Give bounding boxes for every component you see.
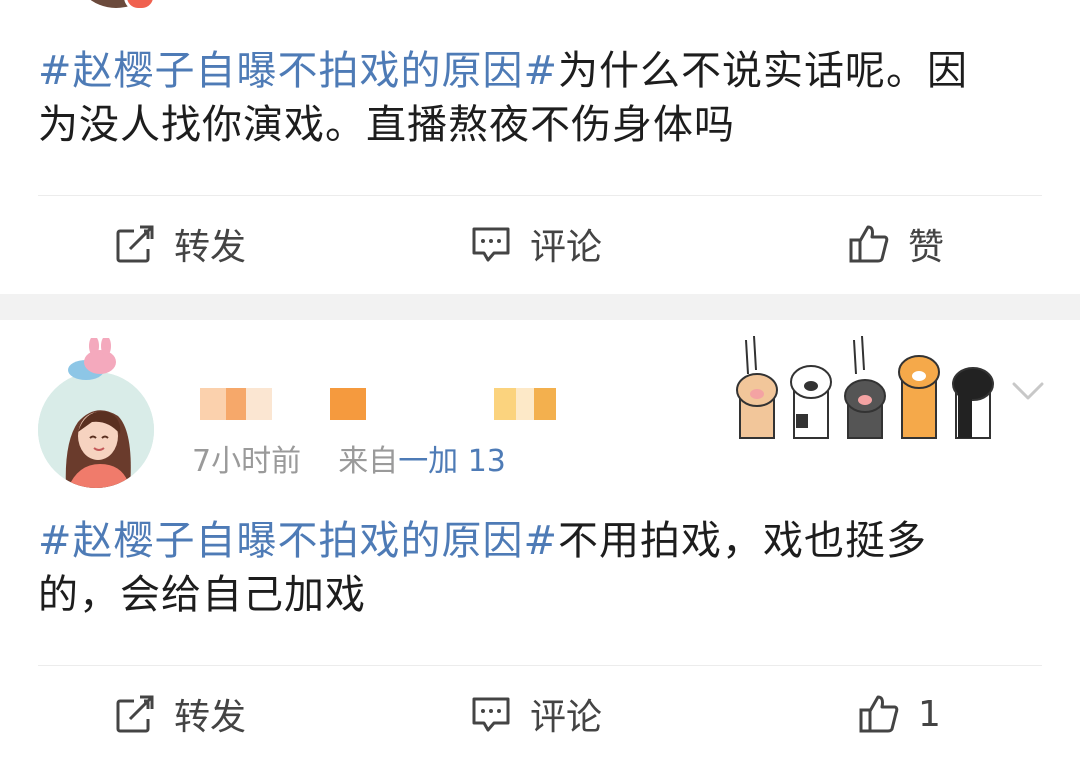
comment-icon [472, 227, 510, 262]
post-text-line: 的，会给自己加戏 [38, 572, 366, 618]
like-count: 1 [918, 693, 941, 735]
repost-label: 转发 [174, 227, 247, 268]
post-1: #赵樱子自曝不拍戏的原因#为什么不说实话呢。因 为没人找你演戏。直播熬夜不伤身体… [0, 0, 1080, 294]
repost-icon [116, 225, 154, 263]
like-button[interactable]: 赞 [848, 196, 944, 292]
post-text: #赵樱子自曝不拍戏的原因#不用拍戏，戏也挺多 的，会给自己加戏 [38, 514, 1038, 622]
username-blurred[interactable] [330, 388, 366, 420]
post-text-line: 为没人找你演戏。直播熬夜不伤身体吗 [38, 102, 735, 148]
like-label: 赞 [908, 227, 945, 268]
hashtag-link[interactable]: #赵樱子自曝不拍戏的原因# [38, 518, 558, 564]
post-meta: 7小时前 来自一加 13 [192, 436, 506, 480]
like-icon [849, 225, 889, 263]
source-device[interactable]: 一加 13 [398, 444, 506, 479]
repost-icon [116, 695, 154, 733]
verified-badge-icon [124, 0, 156, 11]
comment-label: 评论 [530, 697, 603, 738]
action-bar: 转发 评论 1 [0, 666, 1080, 762]
comment-button[interactable]: 评论 [470, 666, 602, 762]
repost-label: 转发 [174, 697, 247, 738]
post-text-line: 不用拍戏，戏也挺多 [558, 518, 928, 564]
like-icon [859, 695, 899, 733]
repost-button[interactable]: 转发 [114, 196, 246, 292]
repost-button[interactable]: 转发 [114, 666, 246, 762]
comment-icon [472, 697, 510, 732]
username-blurred[interactable] [494, 388, 556, 420]
avatar-girl [38, 372, 154, 488]
post-text-line: 为什么不说实话呢。因 [558, 48, 969, 94]
cat-paws-sticker [736, 335, 994, 439]
action-bar: 转发 评论 赞 [0, 196, 1080, 292]
post-2: 7小时前 来自一加 13 #赵樱子自曝不拍戏的原因#不用拍戏，戏也挺多 的，会给… [0, 320, 1080, 768]
post-text: #赵樱子自曝不拍戏的原因#为什么不说实话呢。因 为没人找你演戏。直播熬夜不伤身体… [38, 44, 1038, 152]
post-separator [0, 294, 1080, 320]
username-blurred[interactable] [200, 388, 272, 420]
hashtag-link[interactable]: #赵樱子自曝不拍戏的原因# [38, 48, 558, 94]
comment-button[interactable]: 评论 [470, 196, 602, 292]
timestamp: 7小时前 [192, 444, 302, 479]
like-button[interactable]: 1 [858, 666, 941, 762]
chevron-down-icon[interactable] [1010, 378, 1046, 402]
source-prefix: 来自 [338, 444, 399, 479]
bunny-decoration-icon [68, 338, 116, 380]
avatar[interactable] [38, 372, 154, 488]
comment-label: 评论 [530, 227, 603, 268]
